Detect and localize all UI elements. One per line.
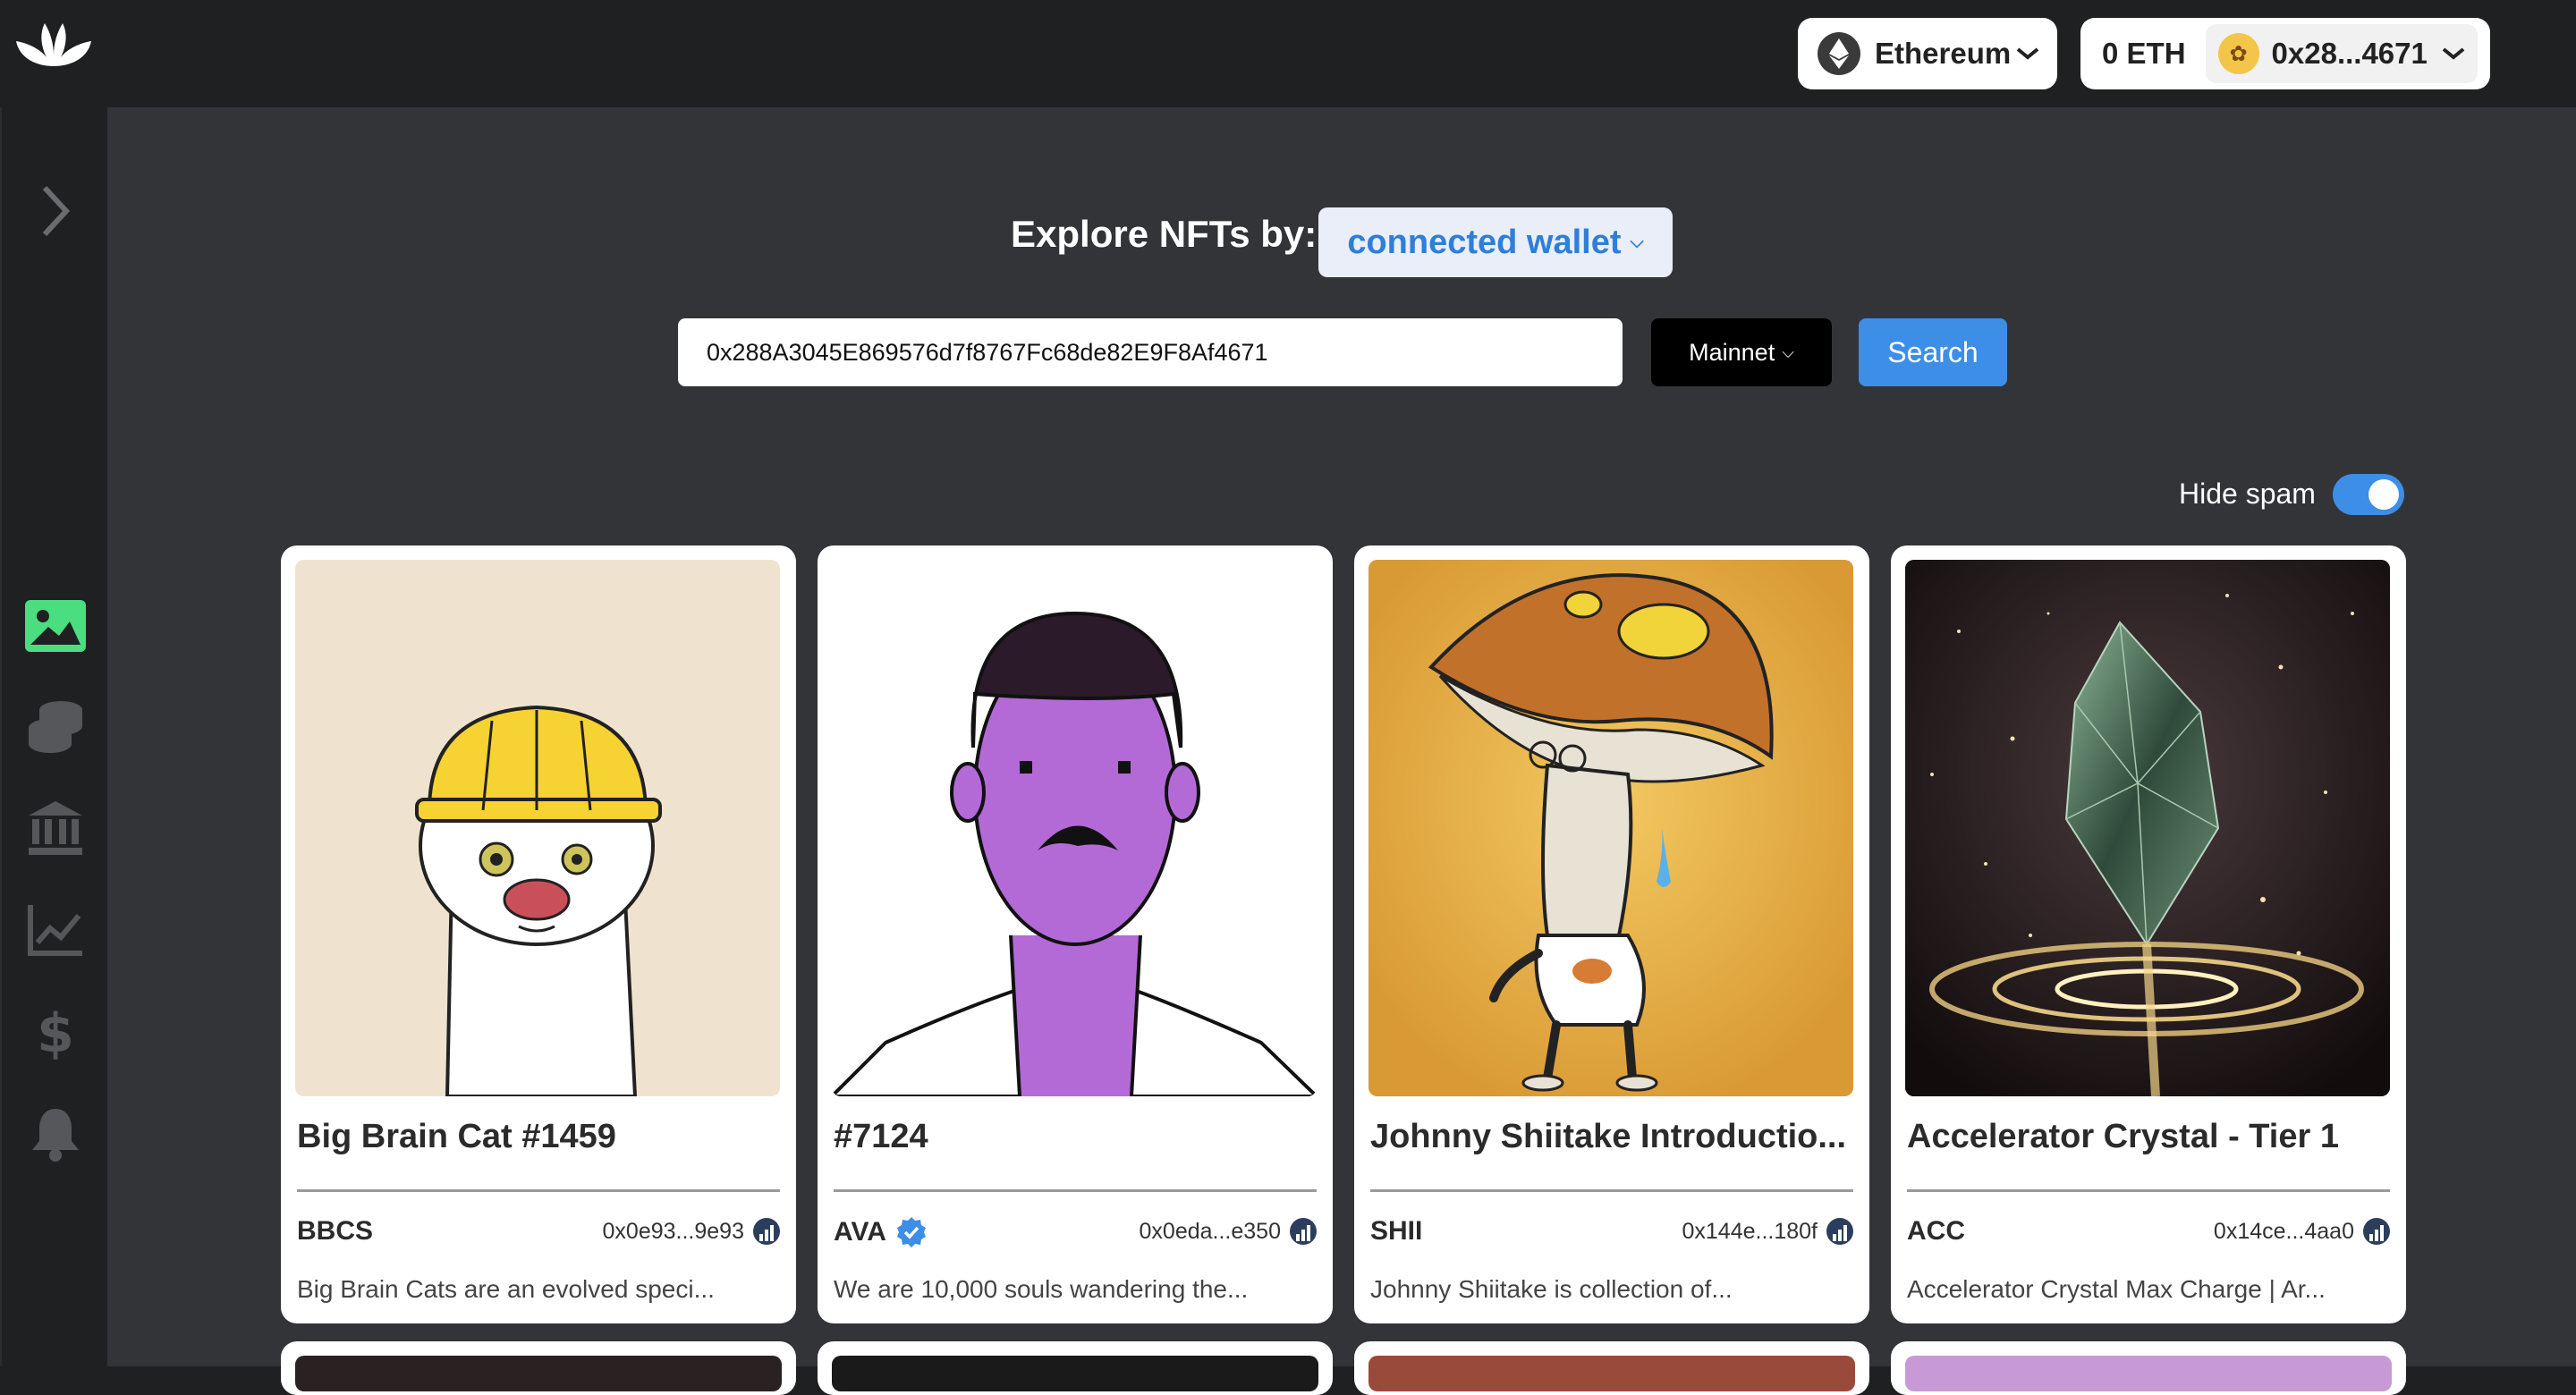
contract-address[interactable]: 0x0eda...e350 bbox=[1140, 1218, 1317, 1245]
etherscan-icon[interactable] bbox=[1826, 1218, 1853, 1245]
coins-icon[interactable] bbox=[23, 694, 88, 758]
search-button[interactable]: Search bbox=[1859, 318, 2007, 386]
main-content: Explore NFTs by: connected wallet ⌵ Main… bbox=[107, 107, 2576, 1366]
toggle-knob bbox=[2368, 479, 2399, 510]
chevron-down-icon: ⌵ bbox=[1630, 232, 1644, 252]
nft-title: Accelerator Crystal - Tier 1 bbox=[1907, 1118, 2339, 1155]
nft-image-purple-face[interactable] bbox=[832, 560, 1317, 1096]
nft-description: Johnny Shiitake is collection of... bbox=[1370, 1275, 1733, 1303]
nft-card[interactable] bbox=[818, 1341, 1333, 1395]
svg-text:$: $ bbox=[38, 1003, 73, 1061]
nft-image[interactable] bbox=[295, 1356, 782, 1391]
explore-mode-dropdown[interactable]: connected wallet ⌵ bbox=[1318, 207, 1673, 277]
nft-description: Accelerator Crystal Max Charge | Ar... bbox=[1907, 1275, 2326, 1303]
ethereum-icon bbox=[1818, 32, 1860, 75]
nft-card[interactable] bbox=[1891, 1341, 2406, 1395]
line-chart-icon[interactable] bbox=[23, 898, 88, 962]
collection-symbol: ACC bbox=[1907, 1216, 1965, 1247]
nft-image[interactable] bbox=[832, 1356, 1318, 1391]
divider bbox=[1370, 1189, 1853, 1192]
explore-mode-value: connected wallet bbox=[1347, 223, 1622, 261]
top-bar: Ethereum 0 ETH ✿ 0x28...4671 bbox=[0, 0, 2576, 107]
nft-card[interactable] bbox=[281, 1341, 796, 1395]
hide-spam-toggle[interactable] bbox=[2333, 474, 2404, 515]
nft-card[interactable]: Johnny Shiitake Introductio... SHII 0x14… bbox=[1354, 545, 1869, 1323]
symbol-text: ACC bbox=[1907, 1216, 1965, 1246]
sidebar: $ bbox=[0, 107, 107, 1366]
wallet-menu[interactable]: 0 ETH ✿ 0x28...4671 bbox=[2080, 18, 2490, 89]
contract-address[interactable]: 0x144e...180f bbox=[1682, 1218, 1853, 1245]
bank-icon[interactable] bbox=[23, 796, 88, 860]
nft-image[interactable] bbox=[1905, 1356, 2392, 1391]
dollar-icon[interactable]: $ bbox=[23, 1000, 88, 1064]
image-icon[interactable] bbox=[23, 594, 88, 658]
nft-title: Johnny Shiitake Introductio... bbox=[1370, 1118, 1847, 1155]
network-selector[interactable]: Ethereum bbox=[1798, 18, 2057, 89]
wallet-address-button[interactable]: ✿ 0x28...4671 bbox=[2205, 24, 2478, 83]
nft-description: We are 10,000 souls wandering the... bbox=[834, 1275, 1249, 1303]
wallet-avatar-icon: ✿ bbox=[2217, 33, 2259, 74]
nft-card[interactable]: #7124 AVA 0x0eda...e350 We are 10,000 so… bbox=[818, 545, 1333, 1323]
network-label: Ethereum bbox=[1875, 37, 2012, 70]
nft-card[interactable]: Accelerator Crystal - Tier 1 ACC 0x14ce.… bbox=[1891, 545, 2406, 1323]
divider bbox=[834, 1189, 1317, 1192]
network-dropdown[interactable]: Mainnet ⌵ bbox=[1651, 318, 1832, 386]
collection-symbol: AVA bbox=[834, 1216, 928, 1248]
collection-symbol: SHII bbox=[1370, 1216, 1422, 1247]
collection-symbol: BBCS bbox=[297, 1216, 373, 1247]
contract-address[interactable]: 0x14ce...4aa0 bbox=[2214, 1218, 2390, 1245]
eth-balance: 0 ETH bbox=[2102, 37, 2186, 70]
etherscan-icon[interactable] bbox=[753, 1218, 780, 1245]
contract-text: 0x144e...180f bbox=[1682, 1218, 1818, 1244]
contract-text: 0x14ce...4aa0 bbox=[2213, 1218, 2354, 1244]
symbol-text: SHII bbox=[1370, 1216, 1423, 1246]
contract-text: 0x0eda...e350 bbox=[1139, 1218, 1281, 1244]
chevron-down-icon bbox=[2016, 47, 2039, 60]
expand-sidebar-icon[interactable] bbox=[23, 179, 88, 243]
nft-card[interactable] bbox=[1354, 1341, 1869, 1395]
address-search-input[interactable] bbox=[678, 318, 1623, 386]
nft-title: Big Brain Cat #1459 bbox=[297, 1118, 616, 1155]
symbol-text: BBCS bbox=[297, 1216, 374, 1246]
chevron-down-icon: ⌵ bbox=[1782, 342, 1794, 361]
wallet-address: 0x28...4671 bbox=[2271, 37, 2428, 70]
nft-title: #7124 bbox=[834, 1118, 928, 1155]
contract-text: 0x0e93...9e93 bbox=[602, 1218, 744, 1244]
explore-label: Explore NFTs by: bbox=[1011, 213, 1318, 255]
nft-image[interactable] bbox=[1368, 1356, 1855, 1391]
etherscan-icon[interactable] bbox=[2363, 1218, 2390, 1245]
etherscan-icon[interactable] bbox=[1290, 1218, 1317, 1245]
nft-description: Big Brain Cats are an evolved speci... bbox=[297, 1275, 715, 1303]
app-logo[interactable] bbox=[11, 16, 97, 73]
divider bbox=[297, 1189, 780, 1192]
nft-image-mushroom[interactable] bbox=[1368, 560, 1853, 1096]
bell-icon[interactable] bbox=[23, 1102, 88, 1166]
hide-spam-label: Hide spam bbox=[2179, 478, 2316, 510]
chevron-down-icon bbox=[2442, 47, 2465, 60]
contract-address[interactable]: 0x0e93...9e93 bbox=[603, 1218, 780, 1245]
nft-image-crystal[interactable] bbox=[1905, 560, 2390, 1096]
nft-card[interactable]: Big Brain Cat #1459 BBCS 0x0e93...9e93 B… bbox=[281, 545, 796, 1323]
symbol-text: AVA bbox=[834, 1217, 886, 1247]
nft-image-cat[interactable] bbox=[295, 560, 780, 1096]
divider bbox=[1907, 1189, 2390, 1192]
verified-badge-icon bbox=[896, 1217, 926, 1247]
network-dropdown-value: Mainnet bbox=[1689, 338, 1775, 366]
